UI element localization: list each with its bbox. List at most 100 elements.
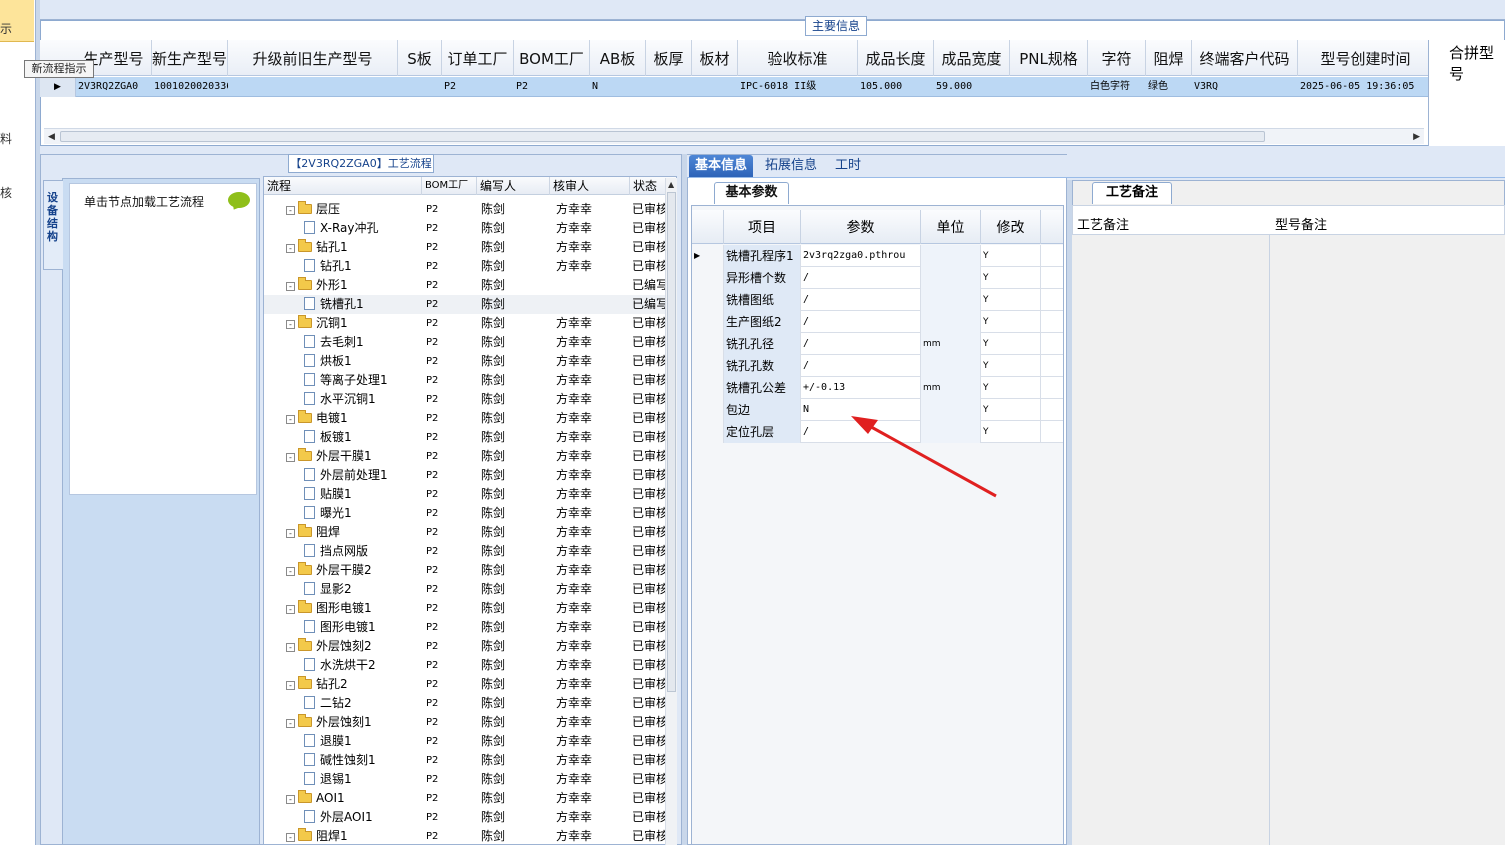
tree-row[interactable]: 外层AOI1 P2 陈剑 方幸幸 已审核 — [264, 808, 676, 827]
main-info-col-header[interactable]: S板 — [398, 40, 442, 76]
scroll-up-icon[interactable]: ▲ — [668, 180, 674, 189]
main-info-col-header[interactable]: 成品长度 — [858, 40, 934, 76]
param-row[interactable]: 铣槽图纸 / Y — [692, 289, 1063, 311]
tree-row[interactable]: - 钻孔2 P2 陈剑 方幸幸 已审核 — [264, 675, 676, 694]
tree-row[interactable]: - 阻焊 P2 陈剑 方幸幸 已审核 — [264, 523, 676, 542]
tree-node[interactable]: 烘板1 — [304, 352, 422, 371]
tree-row[interactable]: - 图形电镀1 P2 陈剑 方幸幸 已审核 — [264, 599, 676, 618]
basic-params-col-header[interactable]: 单位 — [921, 210, 981, 244]
tree-node[interactable]: 外层AOI1 — [304, 808, 422, 827]
tree-row[interactable]: - 层压 P2 陈剑 方幸幸 已审核 — [264, 200, 676, 219]
tree-row[interactable]: X-Ray冲孔 P2 陈剑 方幸幸 已审核 — [264, 219, 676, 238]
tab-device-structure[interactable]: 设备结构 — [43, 180, 63, 270]
collapse-icon[interactable]: - — [286, 206, 295, 215]
param-cell-param[interactable]: / — [801, 311, 921, 333]
collapse-icon[interactable]: - — [286, 643, 295, 652]
tree-row[interactable]: 贴膜1 P2 陈剑 方幸幸 已审核 — [264, 485, 676, 504]
main-info-col-header[interactable]: 板厚 — [646, 40, 692, 76]
tree-node[interactable]: 碱性蚀刻1 — [304, 751, 422, 770]
tree-row[interactable]: 碱性蚀刻1 P2 陈剑 方幸幸 已审核 — [264, 751, 676, 770]
tree-node[interactable]: 钻孔1 — [304, 257, 422, 276]
tree-node[interactable]: - 阻焊1 — [286, 827, 422, 844]
tab-basic-info[interactable]: 基本信息 — [689, 155, 754, 177]
tree-node[interactable]: 水平沉铜1 — [304, 390, 422, 409]
tree-row[interactable]: - 阻焊1 P2 陈剑 方幸幸 已审核 — [264, 827, 676, 844]
tree-row[interactable]: 铣槽孔1 P2 陈剑 已编写 — [264, 295, 676, 314]
tree-node[interactable]: 去毛刺1 — [304, 333, 422, 352]
row-selector[interactable] — [692, 311, 724, 333]
tree-node[interactable]: 图形电镀1 — [304, 618, 422, 637]
tree-row[interactable]: 外层前处理1 P2 陈剑 方幸幸 已审核 — [264, 466, 676, 485]
collapse-icon[interactable]: - — [286, 529, 295, 538]
tree-row[interactable]: - 外层干膜1 P2 陈剑 方幸幸 已审核 — [264, 447, 676, 466]
tab-work-hours[interactable]: 工时 — [829, 155, 867, 177]
flow-tree-col-header[interactable]: 流程 — [264, 177, 422, 195]
tree-node[interactable]: 二钻2 — [304, 694, 422, 713]
tree-row[interactable]: - 沉铜1 P2 陈剑 方幸幸 已审核 — [264, 314, 676, 333]
collapse-icon[interactable]: - — [286, 795, 295, 804]
tree-node[interactable]: - AOI1 — [286, 789, 422, 808]
flow-tree-col-header[interactable]: 核审人 — [550, 177, 630, 195]
tree-node[interactable]: X-Ray冲孔 — [304, 219, 422, 238]
row-selector[interactable] — [692, 399, 724, 421]
main-info-hscrollbar[interactable]: ◀ ▶ — [44, 128, 1424, 144]
tree-row[interactable]: 去毛刺1 P2 陈剑 方幸幸 已审核 — [264, 333, 676, 352]
main-info-col-header[interactable]: 板材 — [692, 40, 738, 76]
left-nav-item[interactable]: 料 — [0, 130, 12, 147]
main-info-col-header[interactable]: 订单工厂 — [442, 40, 514, 76]
tree-node[interactable]: - 层压 — [286, 200, 422, 219]
tree-node[interactable]: - 钻孔1 — [286, 238, 422, 257]
tree-row[interactable]: 曝光1 P2 陈剑 方幸幸 已审核 — [264, 504, 676, 523]
param-row[interactable]: 生产图纸2/ Y — [692, 311, 1063, 333]
tree-row[interactable]: - 外形1 P2 陈剑 已编写 — [264, 276, 676, 295]
param-cell-param[interactable]: +/-0.13 — [801, 377, 921, 399]
main-info-data-row[interactable]: 2V3RQ2ZGA0 10010200203360 P2 P2 N IPC-6018 II… — [40, 77, 1428, 97]
tree-node[interactable]: 退锡1 — [304, 770, 422, 789]
param-row[interactable]: 铣孔孔数 / Y — [692, 355, 1063, 377]
main-info-col-header[interactable]: 字符 — [1088, 40, 1146, 76]
tree-node[interactable]: 曝光1 — [304, 504, 422, 523]
tree-row[interactable]: 退膜1 P2 陈剑 方幸幸 已审核 — [264, 732, 676, 751]
tree-node[interactable]: 外层前处理1 — [304, 466, 422, 485]
collapse-icon[interactable]: - — [286, 415, 295, 424]
tree-row[interactable]: 烘板1 P2 陈剑 方幸幸 已审核 — [264, 352, 676, 371]
collapse-icon[interactable]: - — [286, 282, 295, 291]
scroll-thumb[interactable] — [60, 131, 1265, 142]
tree-node[interactable]: 铣槽孔1 — [304, 295, 422, 314]
collapse-icon[interactable]: - — [286, 453, 295, 462]
param-cell-param[interactable]: N — [801, 399, 921, 421]
tree-row[interactable]: 等离子处理1 P2 陈剑 方幸幸 已审核 — [264, 371, 676, 390]
left-nav-item[interactable]: 示 — [0, 20, 12, 37]
model-remarks-field[interactable] — [1270, 235, 1505, 845]
tree-row[interactable]: 挡点网版 P2 陈剑 方幸幸 已审核 — [264, 542, 676, 561]
tree-node[interactable]: - 外层蚀刻2 — [286, 637, 422, 656]
tree-row[interactable]: - AOI1 P2 陈剑 方幸幸 已审核 — [264, 789, 676, 808]
tab-process-remarks[interactable]: 工艺备注 — [1092, 182, 1172, 204]
main-info-col-header[interactable]: 验收标准 — [738, 40, 858, 76]
flow-tree-col-header[interactable]: BOM工厂 — [422, 177, 477, 195]
left-nav-item[interactable]: 核 — [0, 184, 12, 201]
tree-node[interactable]: - 阻焊 — [286, 523, 422, 542]
tree-node[interactable]: - 外形1 — [286, 276, 422, 295]
flow-tree-col-header[interactable]: 编写人 — [477, 177, 550, 195]
tree-row[interactable]: - 外层干膜2 P2 陈剑 方幸幸 已审核 — [264, 561, 676, 580]
tree-node[interactable]: - 外层干膜1 — [286, 447, 422, 466]
row-selector[interactable] — [692, 289, 724, 311]
param-cell-param[interactable]: / — [801, 333, 921, 355]
basic-params-col-header[interactable]: 修改 — [981, 210, 1041, 244]
tree-node[interactable]: - 钻孔2 — [286, 675, 422, 694]
process-remarks-field[interactable] — [1072, 235, 1270, 845]
flow-tree-vscrollbar[interactable]: ▲ — [665, 178, 677, 845]
collapse-icon[interactable]: - — [286, 244, 295, 253]
tree-row[interactable]: 水洗烘干2 P2 陈剑 方幸幸 已审核 — [264, 656, 676, 675]
main-info-col-header[interactable]: 终端客户代码 — [1192, 40, 1298, 76]
main-info-col-header[interactable]: 型号创建时间 — [1298, 40, 1434, 76]
row-selector[interactable] — [692, 377, 724, 399]
main-info-col-header[interactable]: AB板 — [590, 40, 646, 76]
tree-row[interactable]: - 外层蚀刻2 P2 陈剑 方幸幸 已审核 — [264, 637, 676, 656]
tree-node[interactable]: - 沉铜1 — [286, 314, 422, 333]
tree-row[interactable]: 图形电镀1 P2 陈剑 方幸幸 已审核 — [264, 618, 676, 637]
tree-row[interactable]: - 钻孔1 P2 陈剑 方幸幸 已审核 — [264, 238, 676, 257]
tab-basic-params[interactable]: 基本参数 — [714, 182, 789, 204]
scroll-thumb[interactable] — [667, 192, 676, 692]
